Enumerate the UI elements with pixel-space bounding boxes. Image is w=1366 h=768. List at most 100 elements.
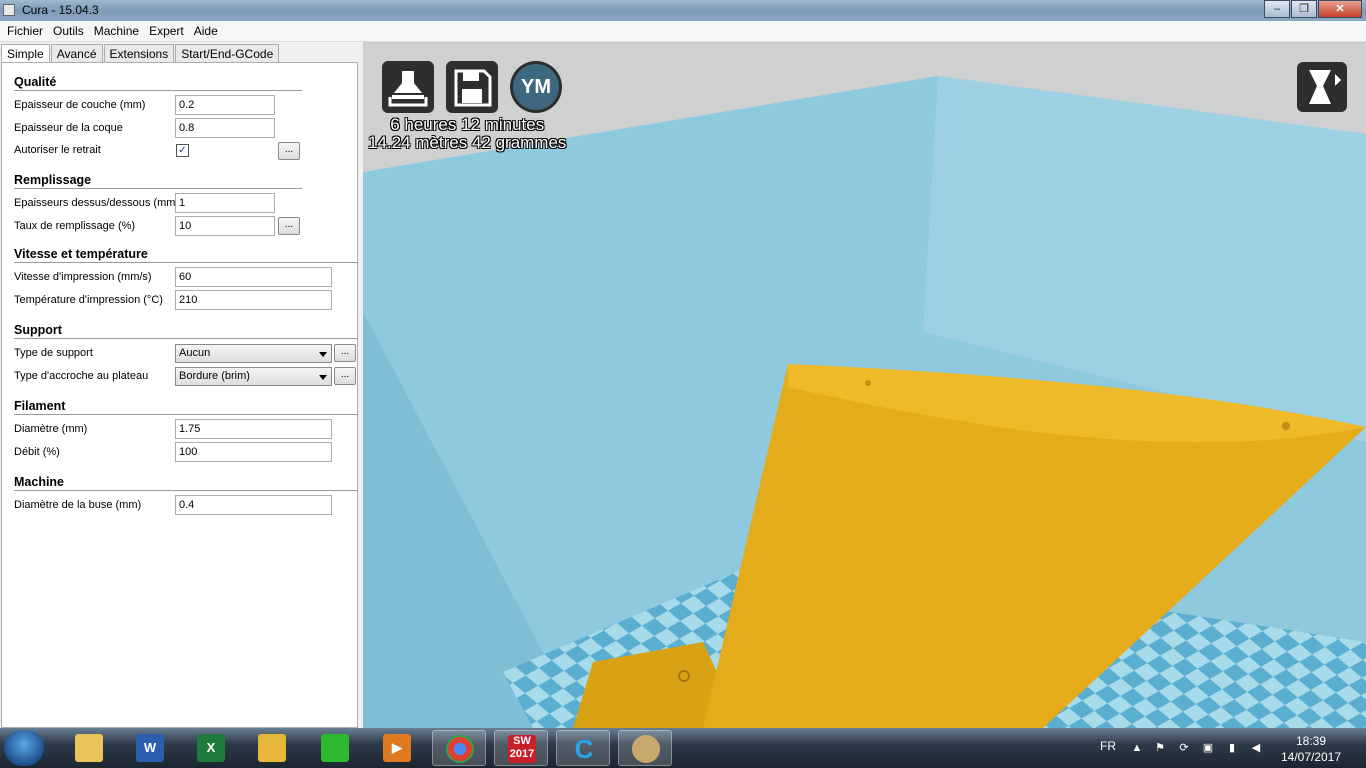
taskbar-excel[interactable]: X <box>184 730 238 766</box>
chevron-down-icon <box>319 375 327 380</box>
tool-icon <box>321 734 349 762</box>
media-icon: ▶ <box>383 734 411 762</box>
fill-density-input[interactable]: 10 <box>175 216 275 236</box>
section-title-machine: Machine <box>14 475 65 489</box>
print-temp-input[interactable]: 210 <box>175 290 332 310</box>
youmagine-button[interactable]: YM <box>510 61 562 113</box>
folder-icon <box>75 734 103 762</box>
taskbar-cura[interactable]: C <box>556 730 610 766</box>
menu-bar: Fichier Outils Machine Expert Aide <box>0 21 1366 42</box>
layer-height-input[interactable]: 0.2 <box>175 95 275 115</box>
menu-outils[interactable]: Outils <box>48 21 89 41</box>
taskbar-chrome[interactable] <box>432 730 486 766</box>
load-icon <box>388 71 428 107</box>
taskbar-outlook[interactable] <box>245 730 299 766</box>
model-hole <box>1282 422 1290 430</box>
menu-expert[interactable]: Expert <box>144 21 189 41</box>
settings-panel: Simple Avancé Extensions Start/End-GCode… <box>0 42 363 728</box>
sync-icon[interactable]: ⟳ <box>1177 741 1191 755</box>
taskbar: W X ▶ SW 2017 C FR ▲ ⚑ ⟳ ▣ ▮ ◀ 18:39 14/… <box>0 728 1366 768</box>
taskbar-paint[interactable] <box>618 730 672 766</box>
taskbar-explorer[interactable] <box>62 730 116 766</box>
chrome-icon <box>446 735 474 763</box>
minimize-button[interactable]: – <box>1264 0 1290 18</box>
window-title: Cura - 15.04.3 <box>22 3 99 17</box>
view-mode-button[interactable] <box>1297 62 1347 112</box>
adhesion-more-button[interactable]: ... <box>334 367 356 385</box>
save-gcode-button[interactable] <box>446 61 498 113</box>
support-more-button[interactable]: ... <box>334 344 356 362</box>
word-icon: W <box>136 734 164 762</box>
nozzle-size-label: Diamètre de la buse (mm) <box>14 499 142 511</box>
divider <box>14 414 358 415</box>
save-icon <box>454 69 492 107</box>
outlook-icon <box>258 734 286 762</box>
title-bar: Cura - 15.04.3 – ❐ ✕ <box>0 0 1366 21</box>
show-hidden-icons-icon[interactable]: ▲ <box>1130 741 1144 755</box>
volume-icon[interactable]: ◀ <box>1249 741 1263 755</box>
taskbar-word[interactable]: W <box>123 730 177 766</box>
language-indicator[interactable]: FR <box>1100 739 1116 753</box>
menu-fichier[interactable]: Fichier <box>2 21 48 41</box>
start-button[interactable] <box>4 730 44 766</box>
maximize-button[interactable]: ❐ <box>1291 0 1317 18</box>
tab-extensions[interactable]: Extensions <box>103 44 175 63</box>
tab-gcode[interactable]: Start/End-GCode <box>175 44 280 63</box>
print-speed-label: Vitesse d'impression (mm/s) <box>14 271 152 283</box>
network-icon[interactable]: ▮ <box>1225 741 1239 755</box>
flow-label: Débit (%) <box>14 446 60 458</box>
divider <box>14 338 358 339</box>
taskbar-solidworks[interactable]: SW 2017 <box>494 730 548 766</box>
shell-thickness-label: Epaisseur de la coque <box>14 122 123 134</box>
shell-thickness-input[interactable]: 0.8 <box>175 118 275 138</box>
adhesion-type-value: Bordure (brim) <box>179 370 250 382</box>
retraction-checkbox[interactable]: ✓ <box>176 144 189 157</box>
tab-avance[interactable]: Avancé <box>50 44 103 63</box>
print-speed-input[interactable]: 60 <box>175 267 332 287</box>
section-title-qualite: Qualité <box>14 75 57 89</box>
clock[interactable]: 18:39 14/07/2017 <box>1278 733 1344 765</box>
view-mode-icon <box>1309 70 1341 104</box>
print-temp-label: Température d'impression (°C) <box>14 294 163 306</box>
filament-diameter-input[interactable]: 1.75 <box>175 419 332 439</box>
app-icon <box>3 4 15 16</box>
divider <box>14 262 358 263</box>
close-button[interactable]: ✕ <box>1318 0 1362 18</box>
top-bottom-input[interactable]: 1 <box>175 193 275 213</box>
flow-input[interactable]: 100 <box>175 442 332 462</box>
settings-tabs: Simple Avancé Extensions Start/End-GCode <box>1 44 280 65</box>
youmagine-icon: YM <box>513 64 559 110</box>
section-title-support: Support <box>14 323 62 337</box>
chevron-down-icon <box>319 352 327 357</box>
taskbar-media[interactable]: ▶ <box>370 730 424 766</box>
adhesion-type-select[interactable]: Bordure (brim) <box>175 367 332 386</box>
excel-icon: X <box>197 734 225 762</box>
device-icon[interactable]: ▣ <box>1201 741 1215 755</box>
3d-viewport[interactable]: YM 6 heures 12 minutes 14.24 mètres 42 g… <box>363 42 1366 728</box>
model-hole <box>865 380 871 386</box>
fill-more-button[interactable]: ... <box>278 217 300 235</box>
taskbar-tool[interactable] <box>308 730 362 766</box>
settings-form: Qualité Epaisseur de couche (mm) 0.2 Epa… <box>1 62 358 728</box>
section-title-remplissage: Remplissage <box>14 173 92 187</box>
solidworks-icon: SW 2017 <box>508 735 536 763</box>
menu-machine[interactable]: Machine <box>89 21 144 41</box>
paint-icon <box>632 735 660 763</box>
filament-diameter-label: Diamètre (mm) <box>14 423 88 435</box>
menu-aide[interactable]: Aide <box>189 21 223 41</box>
support-type-select[interactable]: Aucun <box>175 344 332 363</box>
section-title-filament: Filament <box>14 399 66 413</box>
fill-density-label: Taux de remplissage (%) <box>14 220 136 232</box>
support-type-value: Aucun <box>179 347 211 359</box>
top-bottom-label: Epaisseurs dessus/dessous (mm) <box>14 197 180 209</box>
retraction-more-button[interactable]: ... <box>278 142 300 160</box>
print-time: 6 heures 12 minutes <box>390 115 545 134</box>
clock-date: 14/07/2017 <box>1280 750 1342 764</box>
clock-time: 18:39 <box>1295 734 1327 748</box>
adhesion-type-label: Type d'accroche au plateau <box>14 370 149 382</box>
window-controls: – ❐ ✕ <box>1263 0 1362 18</box>
nozzle-size-input[interactable]: 0.4 <box>175 495 332 515</box>
action-center-icon[interactable]: ⚑ <box>1153 741 1167 755</box>
load-model-button[interactable] <box>382 61 434 113</box>
divider <box>14 188 302 189</box>
